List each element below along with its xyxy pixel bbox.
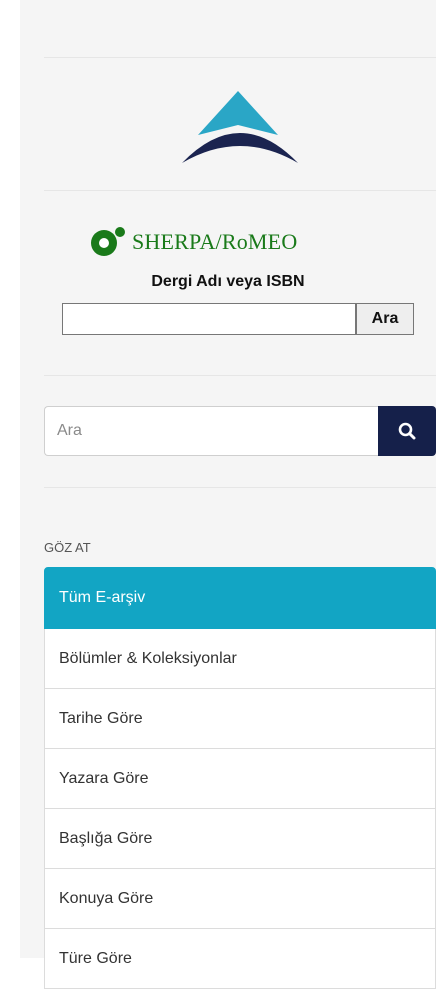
- sherpa-romeo-icon: [91, 227, 125, 256]
- sidebar: SHERPA/RoMEO Dergi Adı veya ISBN Ara GÖZ…: [20, 0, 436, 989]
- browse-item-by-title[interactable]: Başlığa Göre: [44, 809, 436, 869]
- divider: [44, 487, 436, 488]
- browse-item-by-subject[interactable]: Konuya Göre: [44, 869, 436, 929]
- site-search: [44, 406, 436, 456]
- romeo-search-label: Dergi Adı veya ISBN: [151, 273, 305, 290]
- browse-item-communities[interactable]: Bölümler & Koleksiyonlar: [44, 629, 436, 689]
- romeo-search-input[interactable]: [62, 303, 356, 335]
- search-icon: [398, 422, 416, 440]
- divider: [44, 375, 436, 376]
- browse-item-all[interactable]: Tüm E-arşiv: [44, 567, 436, 629]
- sherpa-romeo-logo[interactable]: SHERPA/RoMEO: [90, 225, 297, 259]
- browse-heading: GÖZ AT: [44, 540, 91, 555]
- browse-list: Tüm E-arşiv Bölümler & Koleksiyonlar Tar…: [44, 567, 436, 989]
- institution-logo[interactable]: [180, 85, 320, 165]
- divider: [44, 190, 436, 191]
- romeo-search-button[interactable]: Ara: [356, 303, 414, 335]
- divider: [44, 57, 436, 58]
- browse-item-by-date[interactable]: Tarihe Göre: [44, 689, 436, 749]
- browse-item-by-author[interactable]: Yazara Göre: [44, 749, 436, 809]
- search-input[interactable]: [44, 406, 378, 456]
- page: SHERPA/RoMEO Dergi Adı veya ISBN Ara GÖZ…: [0, 0, 436, 989]
- browse-item-by-type[interactable]: Türe Göre: [44, 929, 436, 989]
- sherpa-romeo-brand: SHERPA/RoMEO: [132, 229, 298, 254]
- search-button[interactable]: [378, 406, 436, 456]
